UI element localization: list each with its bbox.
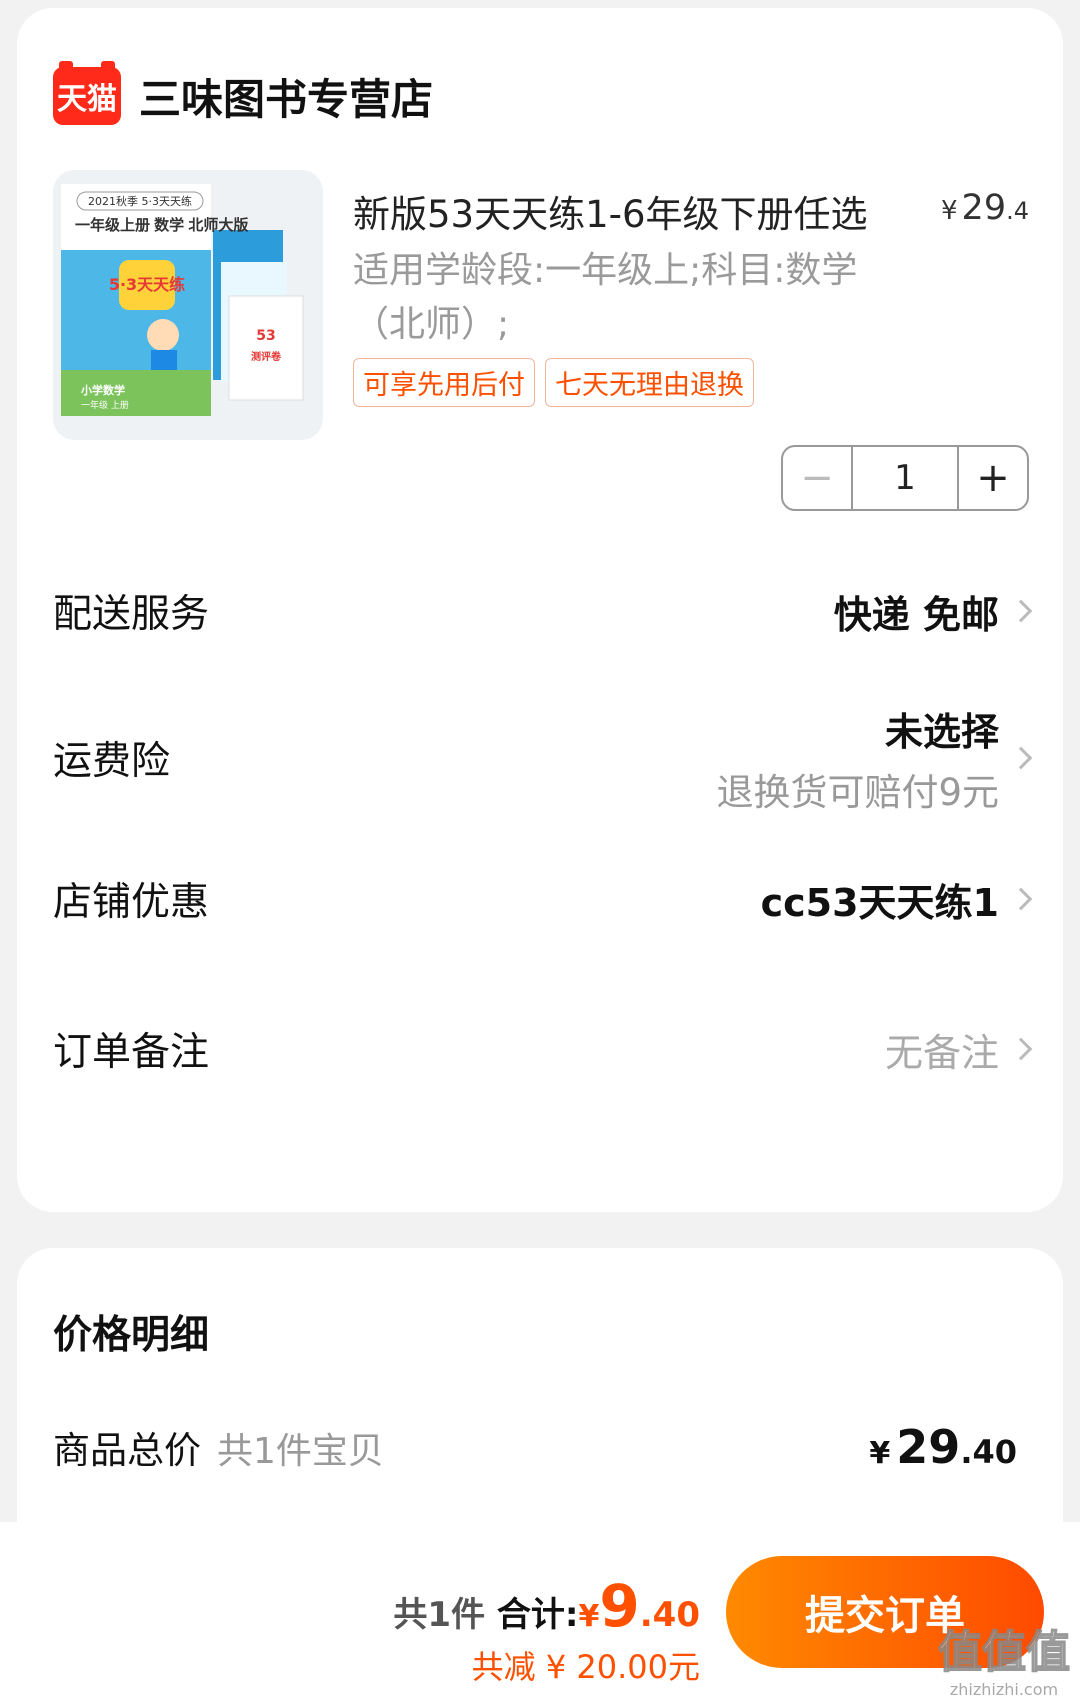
product-spec[interactable]: 适用学龄段:一年级上;科目:数学（北师）;	[353, 244, 873, 352]
cover-subject: 小学数学	[80, 383, 125, 397]
insurance-label: 运费险	[53, 739, 171, 784]
discount-total: 共减 ¥ 20.00元	[471, 1648, 700, 1686]
coupon-value: cc53天天练1	[760, 880, 999, 925]
service-tags: 可享先用后付 七天无理由退换	[353, 358, 754, 407]
checkout-bar: 共1件 合计:¥9.40 共减 ¥ 20.00元 提交订单 值值值 zhizhi…	[0, 1522, 1080, 1707]
cover-top-text: 2021秋季 5·3天天练	[88, 194, 192, 208]
chevron-right-icon	[1009, 887, 1033, 911]
chevron-right-icon	[1009, 746, 1033, 770]
pay-amount: ¥9.40	[578, 1572, 700, 1640]
cover-side-book: 测评卷	[251, 350, 282, 363]
watermark-main: 值值值	[937, 1626, 1071, 1679]
remark-value: 无备注	[884, 1030, 999, 1075]
insurance-subtext: 退换货可赔付9元	[716, 770, 999, 814]
product-image[interactable]: 2021秋季 5·3天天练 5·3天天练 小学数学 一年级 上册 53 测评卷 …	[53, 170, 323, 440]
goods-total-label: 商品总价	[53, 1429, 201, 1472]
quantity-stepper: − 1 +	[781, 445, 1029, 511]
decrease-button[interactable]: −	[783, 447, 853, 509]
store-name[interactable]: 三味图书专营店	[139, 66, 433, 127]
watermark-site: zhizhizhi.com	[949, 1680, 1059, 1699]
book-cover-illustration: 2021秋季 5·3天天练 5·3天天练 小学数学 一年级 上册 53 测评卷	[53, 170, 323, 440]
sum-label: 合计:	[496, 1595, 579, 1635]
product-price: ¥29.4	[941, 188, 1029, 228]
chevron-right-icon	[1009, 1037, 1033, 1061]
item-count: 共1件	[393, 1595, 486, 1635]
goods-total-amount: ¥29.40	[869, 1420, 1017, 1474]
product-title[interactable]: 新版53天天练1-6年级下册任选	[353, 184, 868, 238]
price-detail-title: 价格明细	[53, 1313, 210, 1358]
cover-logo-text: 5·3天天练	[109, 275, 185, 294]
order-card: 天猫 三味图书专营店 2021秋季 5·3天天练 5·3天天练 小学数学 一年级…	[17, 8, 1063, 1212]
delivery-value: 快递 免邮	[833, 592, 999, 637]
insurance-value: 未选择	[884, 709, 999, 754]
watermark: 值值值 zhizhizhi.com	[937, 1616, 1071, 1699]
tmall-logo: 天猫	[53, 61, 121, 125]
coupon-label: 店铺优惠	[53, 880, 210, 925]
svg-text:53: 53	[256, 328, 275, 344]
increase-button[interactable]: +	[957, 447, 1027, 509]
goods-count-note: 共1件宝贝	[217, 1431, 384, 1472]
quantity-value[interactable]: 1	[853, 447, 957, 509]
tag-pay-later: 可享先用后付	[353, 358, 535, 407]
coupon-row[interactable]: 店铺优惠 cc53天天练1	[53, 862, 1033, 936]
chevron-right-icon	[1009, 599, 1033, 623]
cover-title: 一年级上册 数学 北师大版	[75, 217, 249, 234]
store-header[interactable]: 天猫 三味图书专营店	[53, 60, 433, 132]
order-summary: 共1件 合计:¥9.40 共减 ¥ 20.00元	[393, 1572, 700, 1688]
remark-row[interactable]: 订单备注 无备注	[53, 1012, 1033, 1086]
delivery-row[interactable]: 配送服务 快递 免邮	[53, 574, 1033, 648]
cover-grade: 一年级 上册	[81, 399, 129, 411]
goods-total-row: 商品总价 共1件宝贝 ¥29.40	[53, 1420, 1017, 1474]
tag-seven-day-return: 七天无理由退换	[545, 358, 754, 407]
delivery-label: 配送服务	[53, 592, 210, 637]
remark-label: 订单备注	[53, 1030, 210, 1075]
insurance-row[interactable]: 运费险 未选择 退换货可赔付9元	[53, 688, 1033, 828]
